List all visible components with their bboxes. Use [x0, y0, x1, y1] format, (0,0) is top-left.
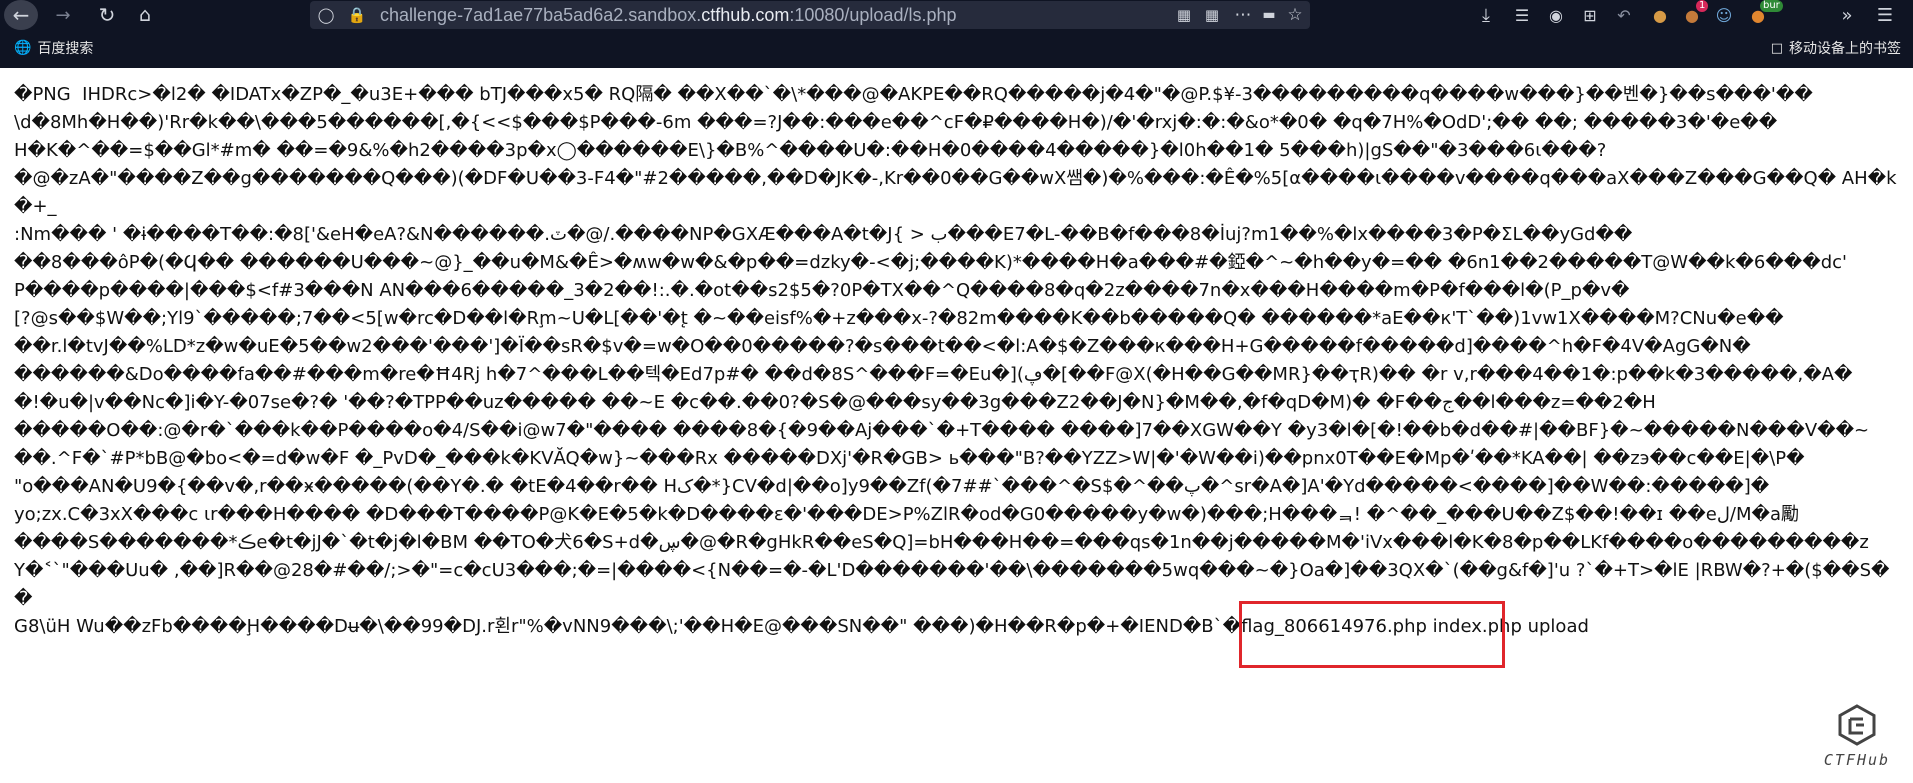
url-domain: ctfhub.com	[701, 5, 790, 25]
library-icon[interactable]: ☰	[1510, 2, 1534, 28]
cookie-extension-icon[interactable]: ●	[1648, 3, 1672, 27]
page-content: �PNG IHDRc>�l2� �IDATx�ZP�_�u3E+��� bTJ�…	[0, 68, 1913, 769]
reload-icon[interactable]: ↻	[94, 2, 120, 28]
home-icon[interactable]: ⌂	[132, 2, 158, 28]
mobile-bookmarks-folder[interactable]: □ 移动设备上的书签	[1771, 38, 1901, 58]
shield-icon[interactable]: ◯	[316, 4, 336, 26]
insecure-lock-icon[interactable]: 🔒	[346, 4, 368, 26]
pocket-icon[interactable]: ▬	[1258, 5, 1280, 25]
page-actions-icon[interactable]: ⋯	[1230, 5, 1256, 25]
mobile-bookmarks-label: 移动设备上的书签	[1789, 41, 1901, 57]
back-button[interactable]: ←	[4, 0, 38, 30]
extension-count-badge: 1	[1696, 0, 1709, 12]
ctfhub-watermark: CTFHub	[1812, 703, 1902, 783]
bookmark-label: 百度搜索	[37, 41, 94, 57]
bookmark-star-icon[interactable]: ☆	[1284, 4, 1306, 26]
flag-highlight-box	[1239, 601, 1505, 668]
account-icon[interactable]: ◉	[1544, 2, 1568, 28]
qr-code-icon[interactable]: ▦	[1174, 5, 1194, 25]
bookmarks-toolbar: 🌐 百度搜索 □ 移动设备上的书签	[0, 30, 1913, 68]
crop-icon[interactable]: ⊞	[1578, 2, 1602, 28]
download-icon[interactable]: ⤓	[1474, 2, 1498, 28]
overflow-menu-icon[interactable]: »	[1834, 2, 1860, 28]
face-extension-icon[interactable]: ☺	[1712, 3, 1736, 27]
forward-button[interactable]: →	[50, 2, 76, 28]
bookmark-item-baidu[interactable]: 🌐 百度搜索	[14, 38, 93, 58]
globe-icon: 🌐	[14, 40, 32, 56]
url-text[interactable]: challenge-7ad1ae77ba5ad6a2.sandbox.ctfhu…	[380, 5, 957, 26]
burp-badge: bur	[1760, 0, 1783, 12]
folder-icon: □	[1770, 40, 1783, 56]
browser-toolbar: ← → ↻ ⌂ ◯ 🔒 challenge-7ad1ae77ba5ad6a2.s…	[0, 0, 1913, 30]
watermark-text: CTFHub	[1823, 751, 1891, 769]
reader-view-icon[interactable]: ▦	[1202, 5, 1222, 25]
url-bar[interactable]: ◯ 🔒 challenge-7ad1ae77ba5ad6a2.sandbox.c…	[310, 1, 1310, 29]
ctfhub-logo-icon	[1838, 704, 1876, 746]
url-suffix: :10080/upload/ls.php	[789, 5, 957, 25]
undo-icon[interactable]: ↶	[1612, 2, 1636, 28]
url-prefix: challenge-7ad1ae77ba5ad6a2.sandbox.	[380, 5, 702, 25]
open-menu-icon[interactable]: ☰	[1872, 2, 1898, 28]
file-listing-output: �PNG IHDRc>�l2� �IDATx�ZP�_�u3E+��� bTJ�…	[14, 84, 1897, 637]
